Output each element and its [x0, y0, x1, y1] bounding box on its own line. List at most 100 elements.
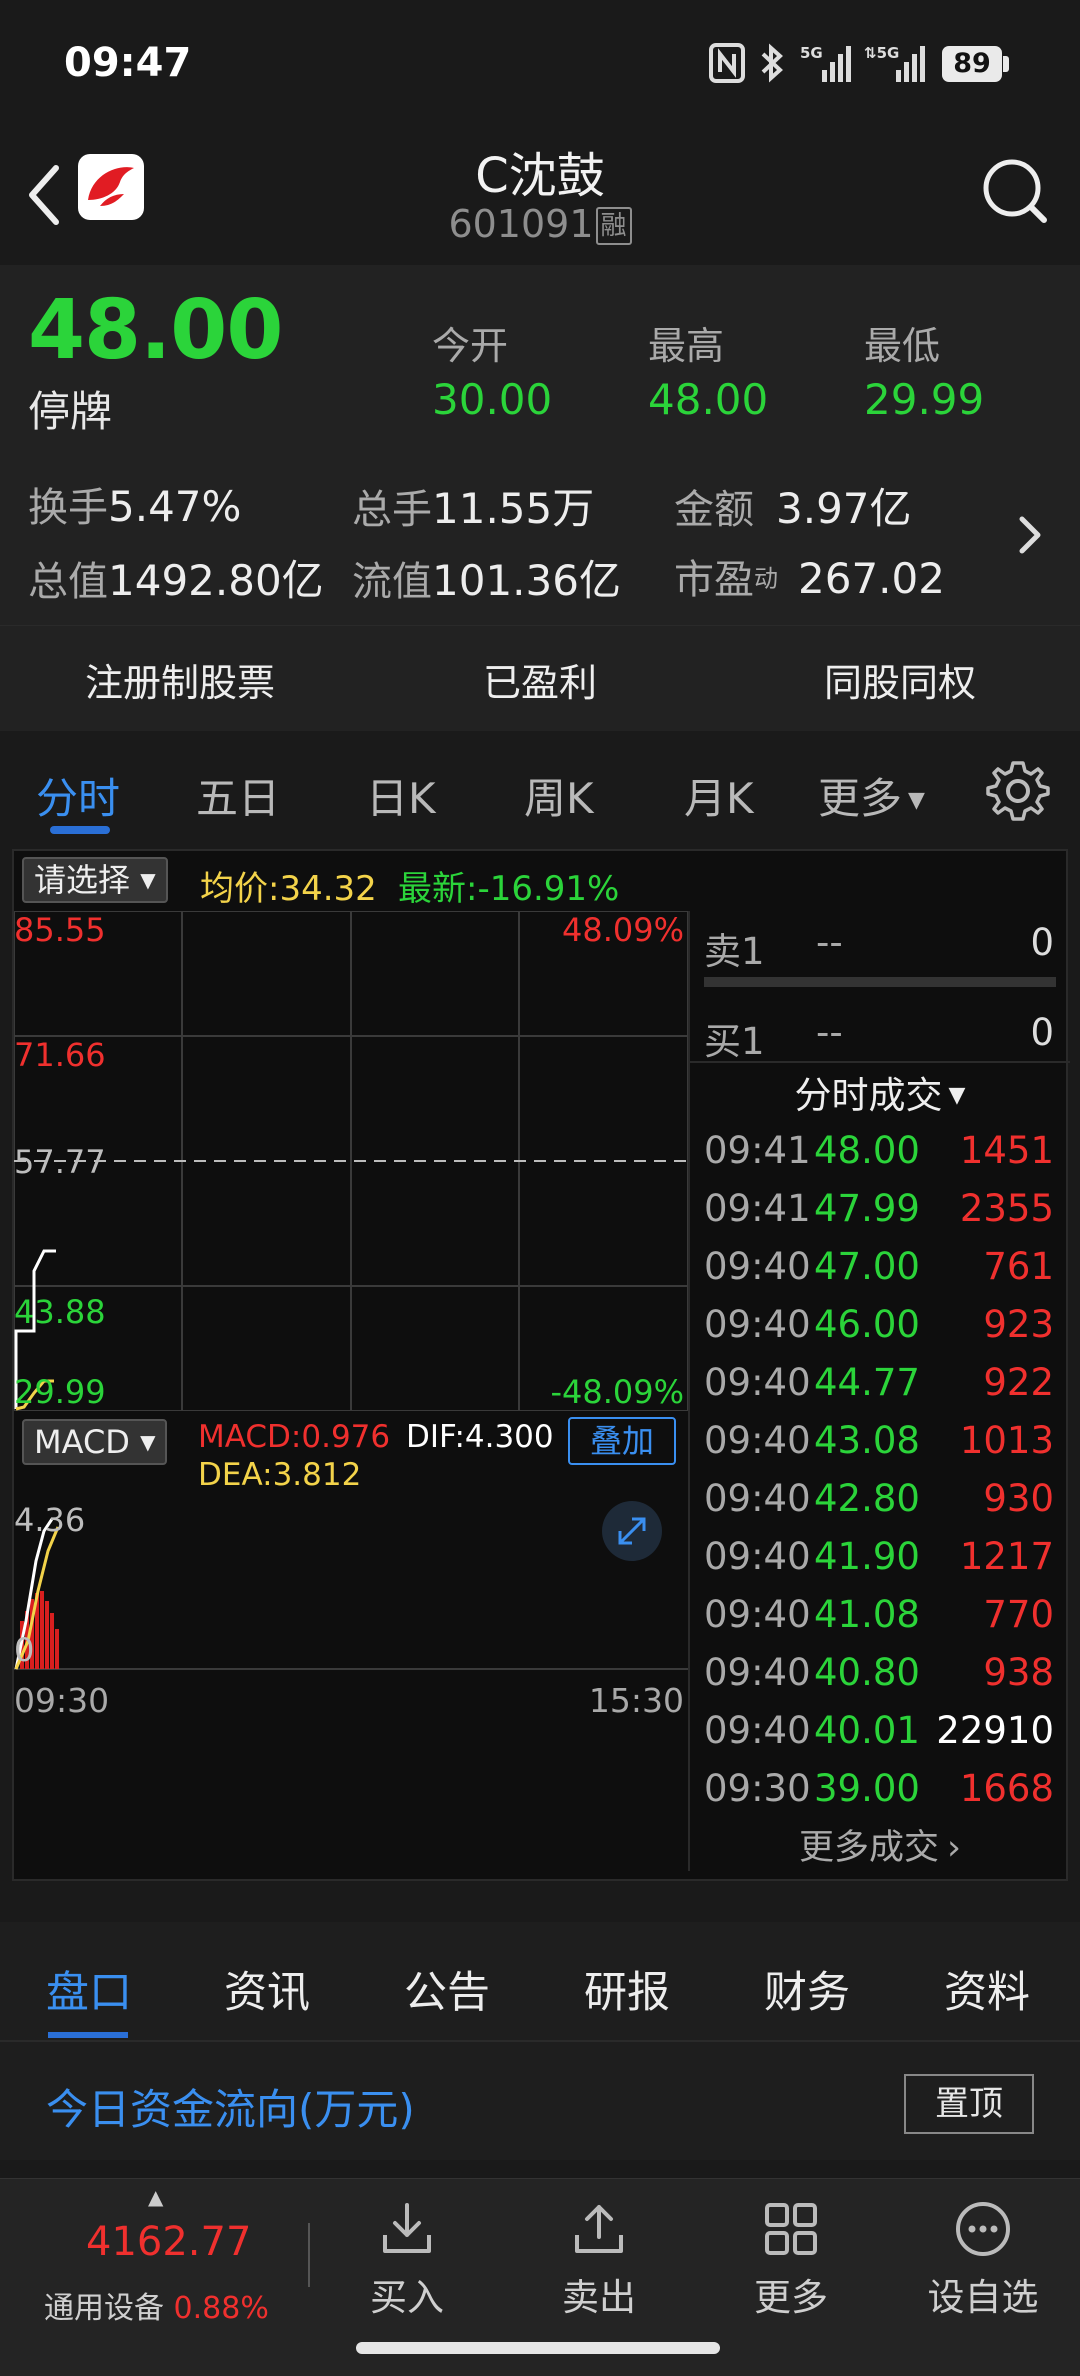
tab-profile[interactable]: 资料: [944, 1958, 1030, 2020]
amount-value: 3.97亿: [776, 484, 912, 533]
gear-icon[interactable]: [986, 759, 1050, 823]
trading-status: 停牌: [28, 387, 113, 436]
home-indicator[interactable]: [356, 2342, 720, 2354]
turnover-value: 5.47%: [108, 482, 242, 531]
sell-label: 卖出: [562, 2276, 636, 2319]
battery-tip: [1003, 56, 1009, 72]
sector-index[interactable]: ▲ 4162.77 通用设备 0.88%: [20, 2179, 300, 2376]
tab-news[interactable]: 资讯: [224, 1958, 310, 2020]
search-icon[interactable]: [980, 156, 1050, 226]
trade-row: 09:40 41.90 1217: [690, 1535, 1062, 1593]
buy-button[interactable]: 买入: [332, 2199, 482, 2321]
chevron-right-icon[interactable]: [1010, 505, 1050, 565]
pin-top-button[interactable]: 置顶: [904, 2074, 1034, 2134]
stock-header: C沈鼓 601091 融: [0, 130, 1080, 265]
tab-daily-k[interactable]: 日K: [366, 765, 436, 826]
trades-title-dropdown[interactable]: 分时成交 ▼: [690, 1065, 1070, 1119]
trade-volume: 1217: [959, 1535, 1054, 1578]
tag-registration[interactable]: 注册制股票: [0, 652, 360, 707]
tab-research[interactable]: 研报: [584, 1958, 670, 2020]
buy1-label: 买1: [704, 1020, 765, 1063]
sell1-volume: 0: [1030, 921, 1054, 964]
indicator-select[interactable]: 请选择 ▼: [22, 857, 168, 903]
time-axis: 09:30 15:30: [14, 1671, 688, 1731]
macd-zero-label: 0: [14, 1631, 34, 1669]
trade-price: 44.77: [814, 1361, 920, 1404]
open-label: 今开: [432, 324, 509, 368]
tab-weekly-k[interactable]: 周K: [524, 765, 594, 826]
macd-chart[interactable]: 4.36 0: [14, 1501, 688, 1671]
stock-tags: 注册制股票 已盈利 同股同权: [0, 625, 1080, 731]
tab-intraday[interactable]: 分时: [36, 765, 120, 826]
trade-volume: 938: [983, 1651, 1054, 1694]
more-trades-link[interactable]: 更多成交 ›: [690, 1819, 1070, 1870]
tab-announcements[interactable]: 公告: [404, 1958, 490, 2020]
caret-up-icon: ▲: [148, 2185, 164, 2209]
trade-volume: 1013: [959, 1419, 1054, 1462]
stock-code-text: 601091: [448, 202, 594, 246]
trade-row: 09:41 47.99 2355: [690, 1187, 1062, 1245]
trade-row: 09:41 48.00 1451: [690, 1129, 1062, 1187]
macd-select[interactable]: MACD ▼: [22, 1419, 168, 1465]
volume-label: 总手: [352, 487, 432, 533]
trade-row: 09:40 40.01 22910: [690, 1709, 1062, 1767]
tab-five-day[interactable]: 五日: [196, 765, 280, 826]
signal-5g-icon-2: ⇅5G: [864, 44, 925, 82]
trade-row: 09:40 40.80 938: [690, 1651, 1062, 1709]
signal-5g-icon: 5G: [800, 44, 851, 82]
tab-more-label: 更多: [818, 774, 903, 823]
trade-row: 09:40 41.08 770: [690, 1593, 1062, 1651]
time-end: 15:30: [588, 1681, 684, 1720]
book-separator: [690, 1061, 1070, 1063]
svg-text:5G: 5G: [800, 44, 823, 62]
add-watchlist-label: 设自选: [927, 2276, 1039, 2319]
book-divider: [704, 977, 1056, 987]
chart-info-bar: 请选择 ▼ 均价:34.32 最新:-16.91%: [14, 851, 688, 911]
quote-panel: 48.00 停牌 今开 30.00 最高 48.00 最低 29.99 换手5.…: [0, 265, 1080, 625]
trade-price: 41.90: [814, 1535, 920, 1578]
sector-change: 0.88%: [173, 2291, 269, 2326]
trade-time: 09:40: [704, 1709, 811, 1752]
overlay-button[interactable]: 叠加: [568, 1417, 676, 1465]
price-chart[interactable]: 85.55 71.66 57.77 43.88 29.99 48.09% -48…: [14, 911, 688, 1411]
sell-button[interactable]: 卖出: [524, 2199, 674, 2321]
y-label-min: 29.99: [14, 1373, 106, 1411]
caret-down-icon: ▼: [908, 788, 925, 813]
more-button[interactable]: 更多: [716, 2199, 866, 2321]
trade-row: 09:40 46.00 923: [690, 1303, 1062, 1361]
y-label-upper: 71.66: [14, 1036, 106, 1074]
trade-time: 09:40: [704, 1419, 811, 1462]
tag-profitable[interactable]: 已盈利: [360, 652, 720, 707]
trade-row: 09:30 39.00 1668: [690, 1767, 1062, 1825]
more-dots-icon: [956, 2202, 1010, 2256]
trade-time: 09:40: [704, 1245, 811, 1288]
sector-name-line: 通用设备 0.88%: [44, 2283, 269, 2327]
tab-order-book[interactable]: 盘口: [46, 1958, 132, 2020]
trade-volume: 922: [983, 1361, 1054, 1404]
trade-volume: 22910: [936, 1709, 1054, 1752]
float-label: 流值: [352, 559, 432, 605]
mktcap-label: 总值: [28, 559, 108, 605]
pct-label-min: -48.09%: [550, 1373, 684, 1411]
macd-select-label: MACD: [34, 1423, 130, 1461]
tab-monthly-k[interactable]: 月K: [684, 765, 754, 826]
add-watchlist-button[interactable]: 设自选: [908, 2199, 1058, 2321]
trade-price: 43.08: [814, 1419, 920, 1462]
caret-down-icon: ▼: [140, 1430, 156, 1454]
trade-price: 40.80: [814, 1651, 920, 1694]
pe-superscript: 动: [754, 564, 778, 593]
more-label: 更多: [754, 2276, 828, 2319]
high-value: 48.00: [648, 375, 769, 424]
amount-stat: 金额 3.97亿: [674, 475, 912, 536]
pct-label-max: 48.09%: [562, 911, 684, 949]
trade-volume: 761: [983, 1245, 1054, 1288]
battery-indicator: 89: [942, 46, 1002, 82]
trade-time: 09:40: [704, 1651, 811, 1694]
tab-financials[interactable]: 财务: [764, 1958, 850, 2020]
tag-equal-rights[interactable]: 同股同权: [720, 652, 1080, 707]
buy1-price: --: [816, 1011, 843, 1054]
sell1-price: --: [816, 921, 843, 964]
float-value: 101.36亿: [432, 556, 621, 605]
tab-more[interactable]: 更多 ▼: [818, 765, 925, 826]
trade-row: 09:40 42.80 930: [690, 1477, 1062, 1535]
